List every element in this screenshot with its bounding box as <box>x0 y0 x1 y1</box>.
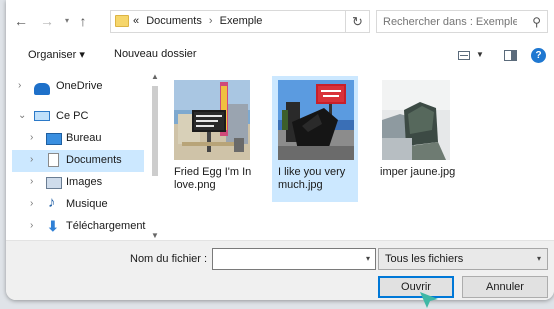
breadcrumb-overflow[interactable]: « <box>133 15 139 27</box>
documents-folder-icon <box>48 153 59 167</box>
cancel-button[interactable]: Annuler <box>462 276 548 298</box>
filename-input[interactable] <box>213 249 353 269</box>
file-type-select[interactable]: Tous les fichiers ▾ <box>378 248 548 270</box>
filename-label: Nom du fichier : <box>130 253 208 265</box>
sidebar-item-label: OneDrive <box>56 80 103 92</box>
sidebar-item-documents[interactable]: › Documents <box>12 150 144 172</box>
preview-pane-icon[interactable] <box>504 50 517 61</box>
chevron-right-icon[interactable]: › <box>30 198 33 209</box>
forward-arrow-icon[interactable]: → <box>38 12 56 30</box>
onedrive-cloud-icon <box>34 83 50 95</box>
sidebar-item-onedrive[interactable]: › OneDrive <box>12 76 144 98</box>
chevron-down-icon[interactable]: ▾ <box>537 254 541 263</box>
scroll-up-arrow-icon[interactable]: ▲ <box>151 72 159 81</box>
open-button[interactable]: Ouvrir <box>378 276 454 298</box>
pictures-folder-icon <box>46 177 62 189</box>
download-arrow-icon: ⬇ <box>47 218 59 234</box>
sidebar-item-musique[interactable]: › ♪ Musique <box>12 194 144 216</box>
sidebar-item-label: Ce PC <box>56 110 89 122</box>
new-folder-button[interactable]: Nouveau dossier <box>114 48 197 60</box>
sidebar-item-images[interactable]: › Images <box>12 172 144 194</box>
address-row: ← → ▾ ↑ « Documents › Exemple ▾ ↻ ⚲ <box>6 8 554 34</box>
scroll-down-arrow-icon[interactable]: ▼ <box>151 231 159 240</box>
file-item[interactable]: imper jaune.jpg <box>374 76 460 202</box>
navigation-scrollbar[interactable]: ▲ ▼ <box>150 72 160 240</box>
desktop-folder-icon <box>46 133 62 145</box>
file-open-dialog: ← → ▾ ↑ « Documents › Exemple ▾ ↻ ⚲ Orga… <box>6 0 554 300</box>
sidebar-item-label: Documents <box>66 154 122 166</box>
file-item[interactable]: Fried Egg I'm In love.png <box>168 76 254 202</box>
dialog-footer: Nom du fichier : ▾ Tous les fichiers ▾ O… <box>6 240 554 300</box>
file-name: Fried Egg I'm In love.png <box>174 166 252 191</box>
navigation-pane: › OneDrive ⌄ Ce PC › Bureau › Documents … <box>12 72 159 240</box>
chevron-right-icon[interactable]: › <box>18 80 21 91</box>
command-bar: Organiser ▾ Nouveau dossier ▼ ? <box>6 44 554 68</box>
chevron-right-icon[interactable]: › <box>30 154 33 165</box>
breadcrumb-documents[interactable]: Documents <box>146 15 202 27</box>
filename-dropdown-chevron-icon[interactable]: ▾ <box>366 254 370 263</box>
folder-icon <box>115 15 129 27</box>
sidebar-item-label: Bureau <box>66 132 102 144</box>
view-options-icon[interactable] <box>458 51 470 60</box>
sidebar-item-label: Images <box>66 176 103 188</box>
back-arrow-icon[interactable]: ← <box>12 12 30 30</box>
image-thumbnail <box>174 80 250 160</box>
breadcrumb: « Documents › Exemple <box>133 15 266 27</box>
sidebar-item-bureau[interactable]: › Bureau <box>12 128 144 150</box>
sidebar-item-label: Téléchargement <box>66 220 146 232</box>
computer-icon <box>34 111 50 121</box>
chevron-right-icon[interactable]: › <box>30 132 33 143</box>
search-box[interactable]: ⚲ <box>376 10 548 33</box>
file-name: I like you very much.jpg <box>278 166 346 191</box>
sidebar-item-label: Musique <box>66 198 108 210</box>
file-type-value: Tous les fichiers <box>385 253 464 265</box>
search-icon[interactable]: ⚲ <box>532 15 541 29</box>
filename-field[interactable]: ▾ <box>212 248 376 270</box>
chevron-down-icon[interactable]: ⌄ <box>18 110 26 121</box>
organize-menu-button[interactable]: Organiser ▾ <box>28 48 85 61</box>
search-input[interactable] <box>377 11 517 32</box>
breadcrumb-separator-icon[interactable]: › <box>209 15 213 27</box>
file-item[interactable]: I like you very much.jpg <box>272 76 358 202</box>
image-thumbnail <box>380 80 456 160</box>
chevron-right-icon[interactable]: › <box>30 176 33 187</box>
sidebar-item-this-pc[interactable]: ⌄ Ce PC <box>12 106 144 128</box>
scrollbar-thumb[interactable] <box>152 86 158 176</box>
music-note-icon: ♪ <box>48 194 56 211</box>
pointer-arrow-icon <box>420 292 438 308</box>
image-thumbnail <box>278 80 354 160</box>
refresh-icon[interactable]: ↻ <box>346 10 370 33</box>
breadcrumb-exemple[interactable]: Exemple <box>220 15 263 27</box>
view-dropdown-chevron-icon[interactable]: ▼ <box>476 50 484 59</box>
file-name: imper jaune.jpg <box>380 166 456 178</box>
sidebar-item-telechargements[interactable]: › ⬇ Téléchargement <box>12 216 146 238</box>
address-bar[interactable]: « Documents › Exemple ▾ <box>110 10 437 33</box>
up-arrow-icon[interactable]: ↑ <box>74 12 92 30</box>
chevron-right-icon[interactable]: › <box>30 220 33 231</box>
help-icon[interactable]: ? <box>531 48 546 63</box>
